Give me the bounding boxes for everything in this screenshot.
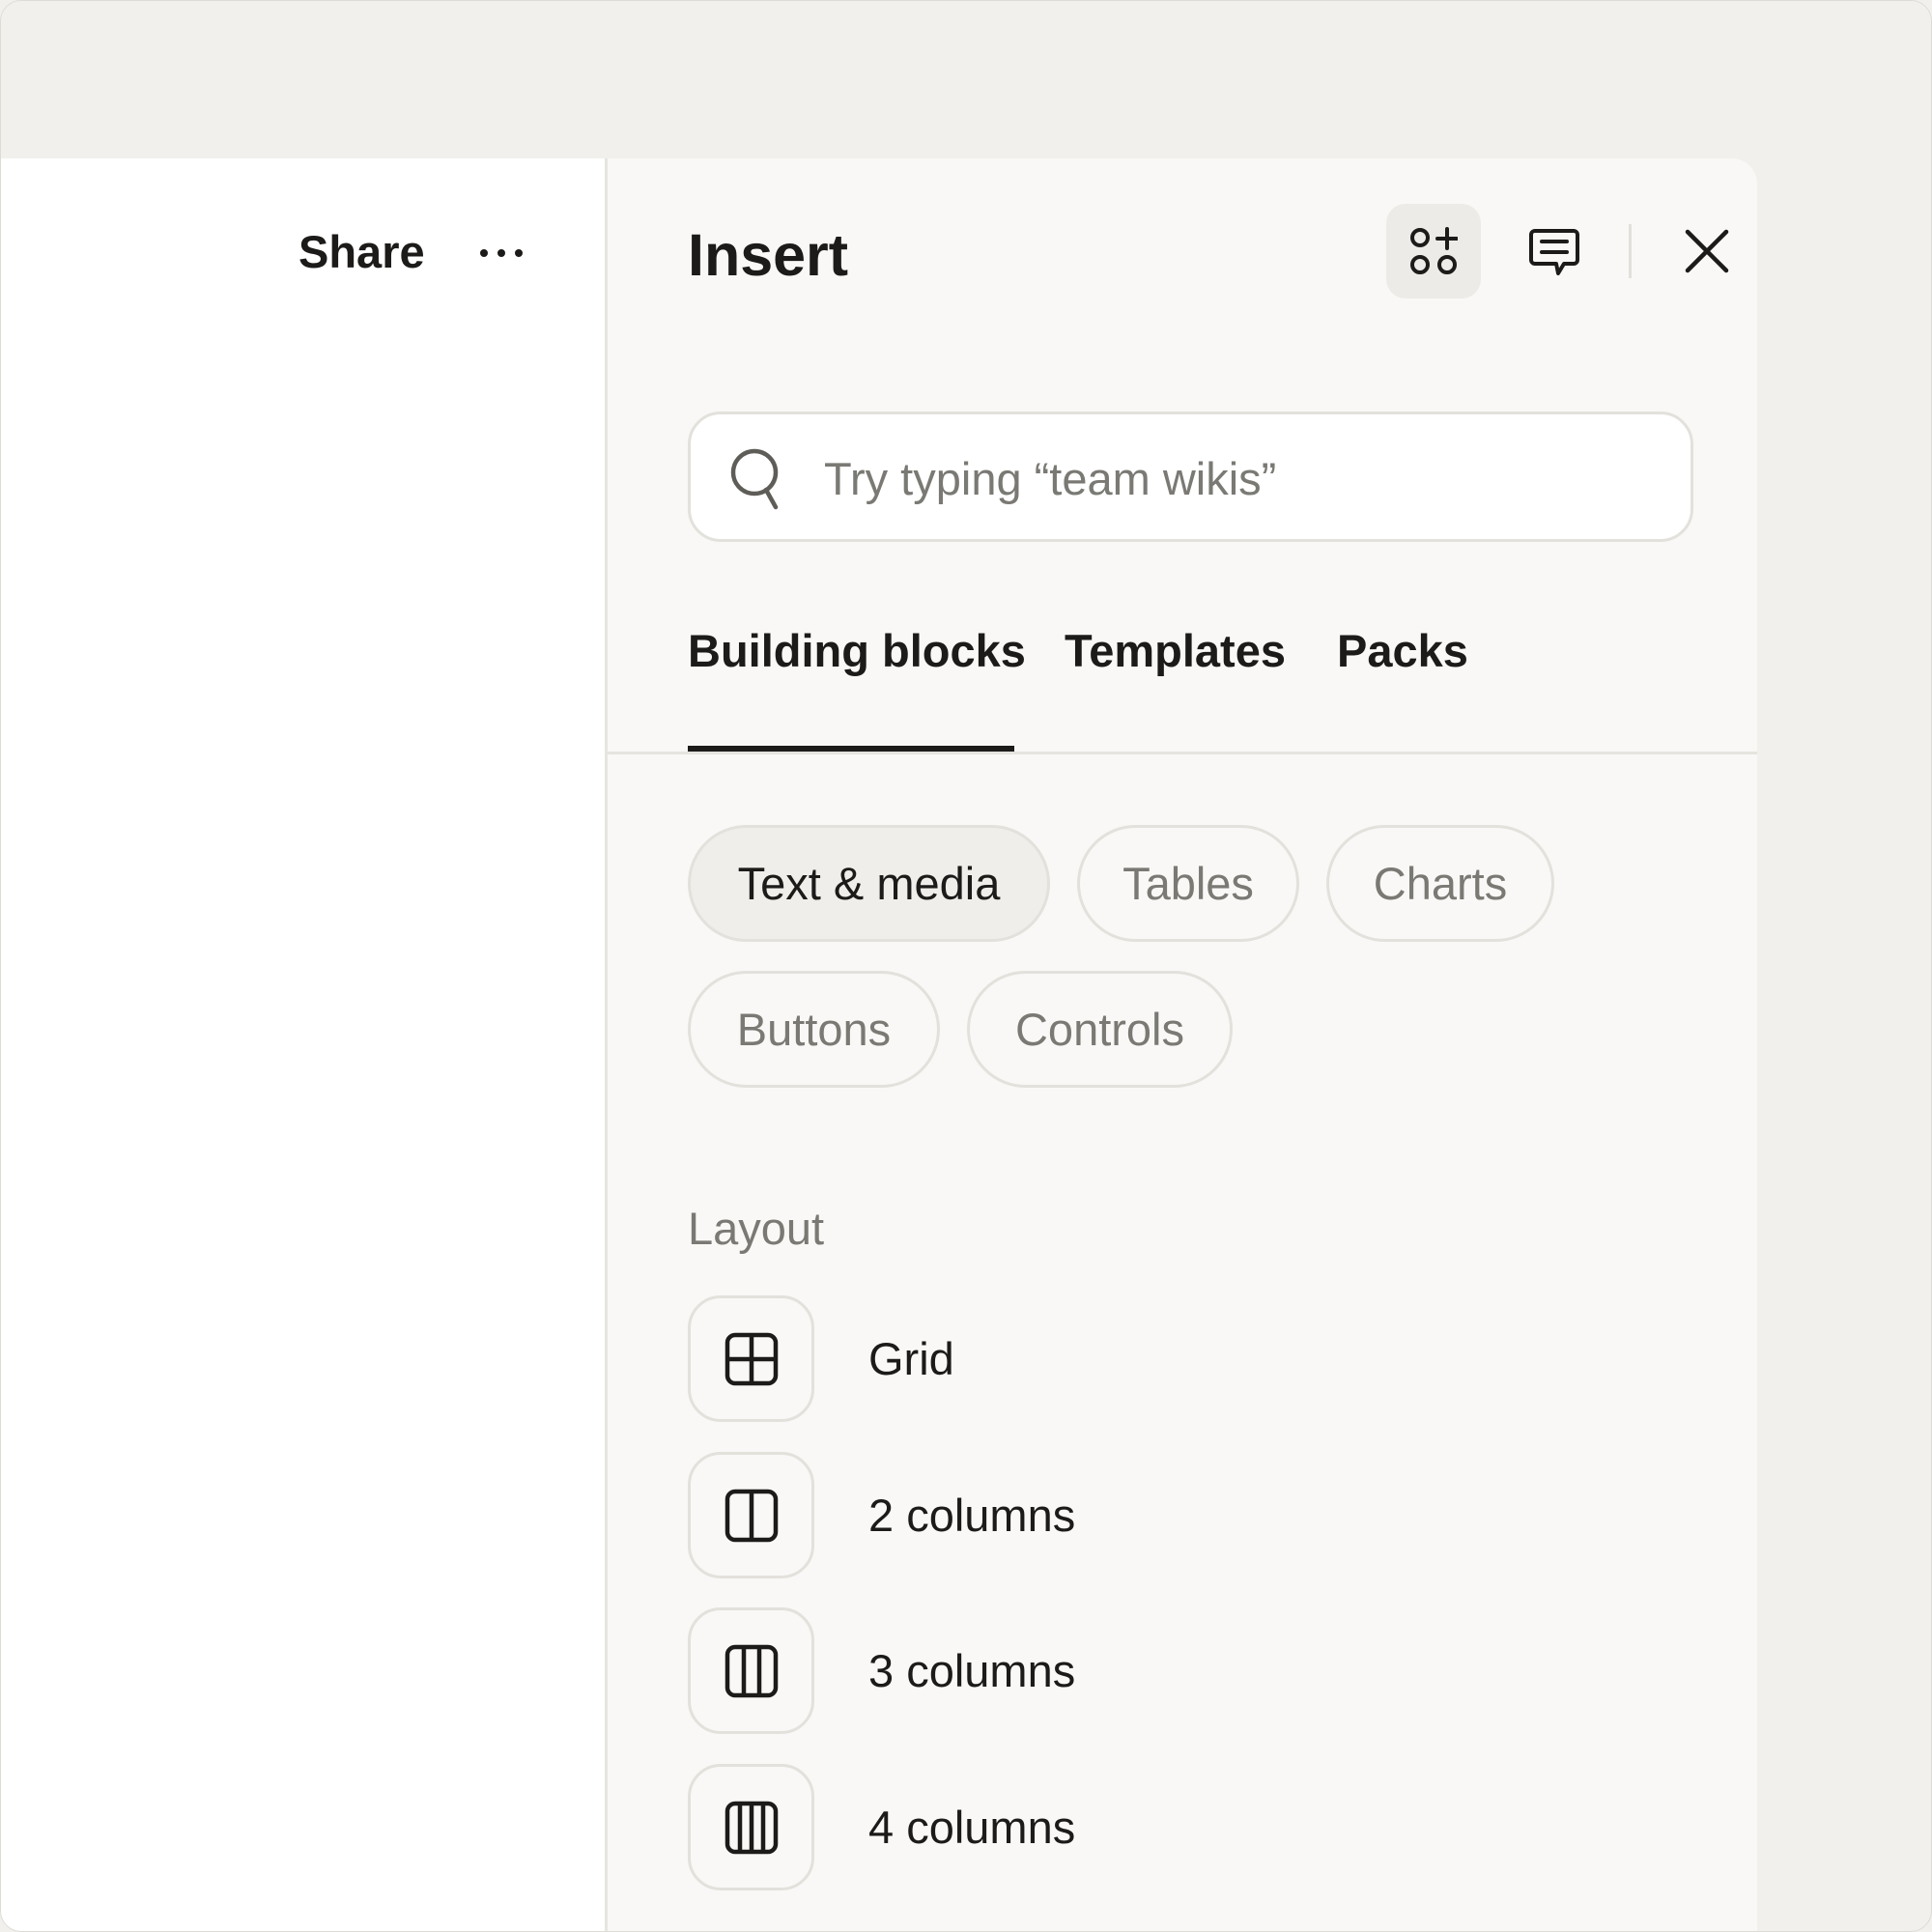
layout-item-label: 2 columns bbox=[868, 1490, 1076, 1541]
layout-item-2-columns[interactable]: 2 columns bbox=[688, 1452, 1461, 1579]
chip-tables[interactable]: Tables bbox=[1077, 825, 1299, 942]
layout-item-4-columns[interactable]: 4 columns bbox=[688, 1764, 1461, 1891]
close-icon bbox=[1685, 229, 1729, 273]
section-heading-layout: Layout bbox=[688, 1203, 825, 1254]
layout-item-grid[interactable]: Grid bbox=[688, 1295, 1461, 1423]
insert-blocks-icon bbox=[1410, 227, 1458, 274]
three-columns-icon bbox=[724, 1644, 779, 1698]
two-columns-icon bbox=[724, 1489, 779, 1543]
layout-item-label: 3 columns bbox=[868, 1645, 1076, 1696]
layout-item-icon-box bbox=[688, 1607, 814, 1734]
insert-panel: Insert Try typing “team wikis” Building … bbox=[608, 158, 1757, 1931]
comments-button[interactable] bbox=[1506, 204, 1601, 298]
tab-packs[interactable]: Packs bbox=[1337, 612, 1468, 690]
app-window: Share Insert Try typing “team wikis” Bui… bbox=[0, 0, 1932, 1932]
grid-icon bbox=[724, 1332, 779, 1386]
layout-item-label: Grid bbox=[868, 1333, 954, 1384]
layout-item-icon-box bbox=[688, 1764, 814, 1890]
chip-charts[interactable]: Charts bbox=[1326, 825, 1554, 942]
panel-title: Insert bbox=[688, 222, 849, 288]
tab-divider bbox=[608, 752, 1757, 754]
insert-blocks-button[interactable] bbox=[1386, 204, 1481, 298]
tab-bar: Building blocks Templates Packs bbox=[608, 612, 1757, 757]
layout-item-icon-box bbox=[688, 1295, 814, 1422]
chip-buttons[interactable]: Buttons bbox=[688, 971, 940, 1088]
layout-item-label: 4 columns bbox=[868, 1802, 1076, 1853]
share-button[interactable]: Share bbox=[298, 223, 425, 281]
chip-text-media[interactable]: Text & media bbox=[688, 825, 1050, 942]
more-horizontal-icon[interactable] bbox=[474, 225, 528, 279]
top-bar bbox=[1, 1, 1931, 158]
layout-item-icon-box bbox=[688, 1452, 814, 1578]
chip-controls[interactable]: Controls bbox=[967, 971, 1233, 1088]
four-columns-icon bbox=[724, 1801, 779, 1855]
header-divider bbox=[1629, 224, 1632, 278]
tab-templates[interactable]: Templates bbox=[1065, 612, 1286, 690]
layout-item-3-columns[interactable]: 3 columns bbox=[688, 1607, 1461, 1735]
close-button[interactable] bbox=[1660, 204, 1754, 298]
comment-icon bbox=[1529, 229, 1579, 275]
document-area bbox=[1, 158, 608, 1931]
search-box[interactable] bbox=[688, 412, 1693, 542]
search-icon bbox=[730, 448, 779, 510]
search-input[interactable] bbox=[822, 443, 1657, 513]
tab-building-blocks[interactable]: Building blocks bbox=[688, 612, 1026, 690]
